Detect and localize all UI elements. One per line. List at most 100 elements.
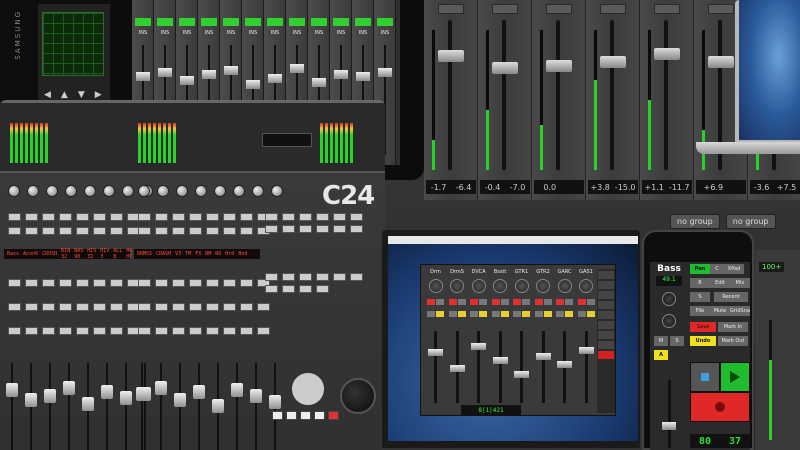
insert-label[interactable]: INS: [200, 30, 218, 36]
pan-button[interactable]: Pan: [690, 264, 710, 274]
mute-button[interactable]: [577, 311, 586, 317]
pan-knob[interactable]: [471, 279, 486, 293]
group-selector[interactable]: no group: [725, 214, 776, 229]
input-button[interactable]: [522, 299, 530, 305]
s-button[interactable]: S: [690, 292, 710, 302]
channel-button[interactable]: [546, 4, 572, 14]
xpad-button[interactable]: XPad: [724, 264, 744, 274]
mute-button[interactable]: [534, 311, 543, 317]
channel-fader[interactable]: [334, 70, 348, 79]
input-button[interactable]: [457, 299, 466, 305]
solo-button[interactable]: [586, 311, 595, 317]
insert-label[interactable]: INS: [134, 30, 152, 36]
encoder-knob[interactable]: [214, 185, 226, 197]
solo-button[interactable]: [565, 311, 573, 317]
console-fader[interactable]: [155, 381, 167, 395]
encoder-knob[interactable]: [27, 185, 39, 197]
rewind-button[interactable]: [272, 411, 283, 420]
channel-fader[interactable]: [438, 50, 464, 62]
channel-button[interactable]: [600, 4, 626, 14]
channel-fader[interactable]: [654, 48, 680, 60]
insert-label[interactable]: INS: [244, 30, 262, 36]
mark-in-button[interactable]: Mark In: [718, 322, 748, 332]
encoder-knob[interactable]: [195, 185, 207, 197]
record-arm-button[interactable]: [534, 299, 543, 305]
solo-button[interactable]: [289, 18, 305, 26]
channel-fader[interactable]: [492, 62, 518, 74]
channel-button[interactable]: [708, 4, 734, 14]
solo-button[interactable]: [543, 311, 552, 317]
volume-fader[interactable]: [662, 422, 676, 430]
channel-fader[interactable]: [600, 56, 626, 68]
channel-fader[interactable]: [378, 68, 392, 77]
channel-fader[interactable]: [180, 76, 194, 85]
console-fader[interactable]: [63, 381, 75, 395]
channel-fader[interactable]: [514, 371, 529, 378]
solo-button[interactable]: [223, 18, 239, 26]
insert-label[interactable]: INS: [222, 30, 240, 36]
c-button[interactable]: C: [710, 264, 724, 274]
mute-button[interactable]: Mute: [710, 306, 730, 316]
solo-toggle[interactable]: S: [670, 336, 684, 346]
console-fader[interactable]: [212, 399, 224, 413]
insert-label[interactable]: INS: [266, 30, 284, 36]
r-button[interactable]: R: [690, 278, 710, 288]
mute-button[interactable]: [448, 311, 457, 317]
solo-button[interactable]: [500, 311, 509, 317]
solo-button[interactable]: [245, 18, 261, 26]
solo-button[interactable]: [522, 311, 530, 317]
channel-fader[interactable]: [136, 72, 150, 81]
console-fader[interactable]: [101, 385, 113, 399]
insert-label[interactable]: INS: [376, 30, 394, 36]
solo-button[interactable]: [479, 311, 487, 317]
encoder-knob[interactable]: [122, 185, 134, 197]
channel-fader[interactable]: [492, 357, 508, 364]
save-button[interactable]: Save: [690, 322, 716, 332]
input-button[interactable]: [543, 299, 552, 305]
console-fader[interactable]: [231, 383, 243, 397]
undo-button[interactable]: Undo: [690, 336, 716, 346]
insert-label[interactable]: INS: [310, 30, 328, 36]
pan-knob[interactable]: [428, 279, 443, 293]
solo-button[interactable]: [311, 18, 327, 26]
encoder-knob[interactable]: [176, 185, 188, 197]
input-button[interactable]: [586, 299, 595, 305]
solo-button[interactable]: [436, 311, 444, 317]
channel-fader[interactable]: [546, 60, 572, 72]
file-button[interactable]: File: [690, 306, 710, 316]
mute-button[interactable]: [427, 311, 435, 317]
encoder-knob[interactable]: [103, 185, 115, 197]
encoder-knob[interactable]: [8, 185, 20, 197]
pan-knob[interactable]: [514, 279, 529, 293]
encoder-knob[interactable]: [84, 185, 96, 197]
channel-fader[interactable]: [202, 70, 216, 79]
console-fader[interactable]: [136, 387, 148, 401]
play-button[interactable]: [314, 411, 325, 420]
solo-button[interactable]: [135, 18, 151, 26]
mark-out-button[interactable]: Mark Out: [718, 336, 748, 346]
channel-fader[interactable]: [428, 349, 443, 356]
mix-button[interactable]: Mix: [730, 278, 750, 288]
recent-button[interactable]: Recent: [714, 292, 748, 302]
channel-fader[interactable]: [449, 365, 465, 372]
pan-knob[interactable]: [493, 279, 507, 293]
insert-label[interactable]: INS: [354, 30, 372, 36]
encoder-knob[interactable]: [271, 185, 283, 197]
navigation-pad[interactable]: [290, 371, 326, 407]
solo-button[interactable]: [355, 18, 371, 26]
record-arm-button[interactable]: [427, 299, 435, 305]
encoder-knob[interactable]: [233, 185, 245, 197]
input-button[interactable]: [500, 299, 509, 305]
arrow-right-icon[interactable]: ▶: [95, 90, 102, 100]
insert-label[interactable]: INS: [288, 30, 306, 36]
channel-fader[interactable]: [158, 68, 172, 77]
encoder-knob[interactable]: [138, 185, 150, 197]
console-fader[interactable]: [44, 389, 56, 403]
arrow-left-icon[interactable]: ◀: [44, 90, 51, 100]
arrow-up-icon[interactable]: ▲: [61, 90, 68, 100]
jog-wheel[interactable]: [340, 378, 376, 414]
channel-fader[interactable]: [312, 78, 326, 87]
pan-knob[interactable]: [536, 279, 550, 293]
arrow-down-icon[interactable]: ▼: [78, 90, 85, 100]
record-button[interactable]: [690, 392, 750, 422]
